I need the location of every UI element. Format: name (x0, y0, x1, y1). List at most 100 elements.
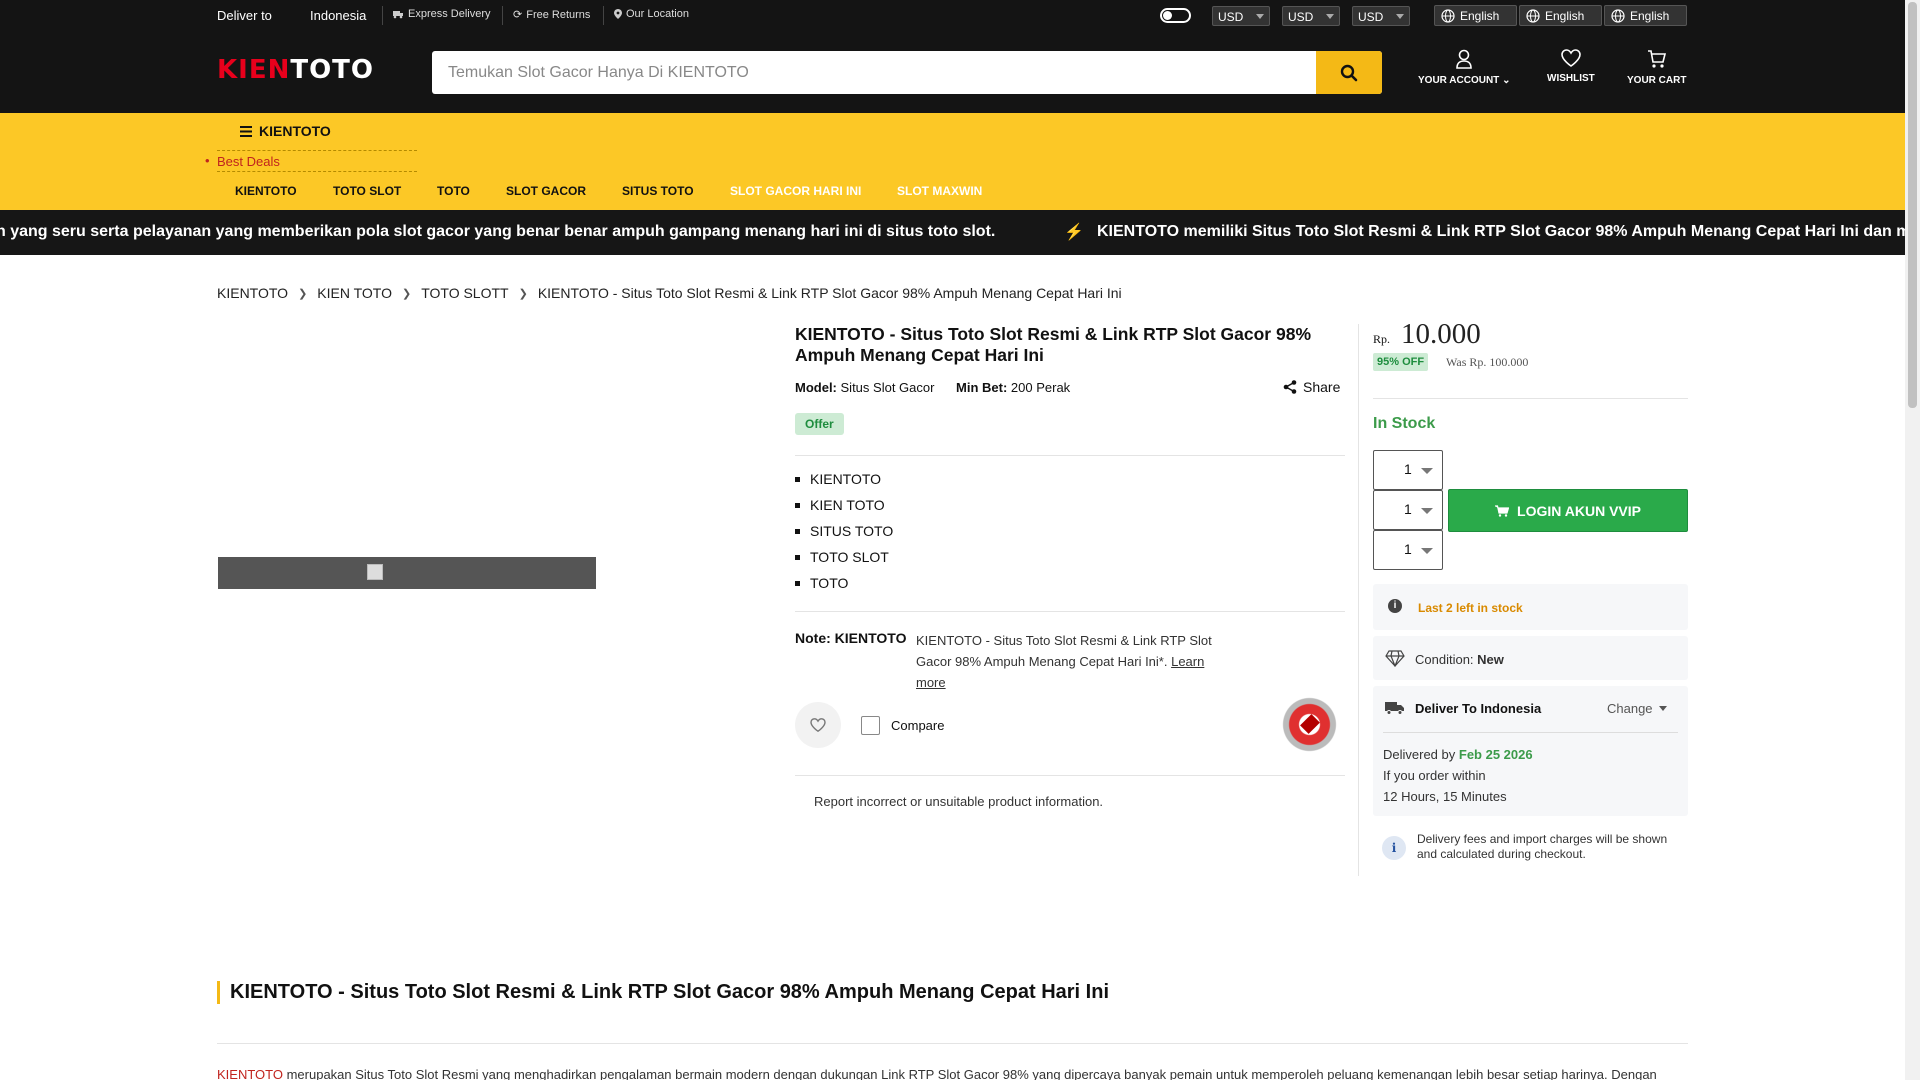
wishlist-label: WISHLIST (1547, 73, 1595, 84)
best-deals-link[interactable]: Best Deals (205, 153, 280, 169)
product-title: KIENTOTO - Situs Toto Slot Resmi & Link … (795, 324, 1312, 365)
language-value: English (1545, 8, 1585, 23)
divider (217, 1043, 1688, 1044)
search-button[interactable] (1316, 51, 1382, 94)
divider (795, 775, 1345, 776)
brand-seal-image (1278, 688, 1341, 761)
quantity-select[interactable]: 1 (1373, 490, 1443, 530)
express-delivery-link[interactable]: Express Delivery (393, 8, 491, 20)
logo-part-red: KIEN (217, 55, 291, 85)
site-logo[interactable]: KIENTOTO (217, 55, 374, 85)
top-bar: Deliver to Indonesia Express Delivery ⟳ … (0, 0, 1905, 31)
theme-toggle[interactable] (1160, 8, 1191, 23)
currency-value: USD (1288, 10, 1314, 24)
deliver-to-text: Deliver To Indonesia (1415, 701, 1542, 716)
wishlist-link[interactable]: WISHLIST (1547, 49, 1595, 84)
truck-icon (1385, 702, 1404, 715)
description-text: merupakan Situs Toto Slot Resmi yang men… (282, 1067, 1657, 1080)
quantity-select[interactable]: 1 (1373, 530, 1443, 570)
countdown-timer: 12 Hours, 15 Minutes (1383, 789, 1507, 804)
report-link[interactable]: Report incorrect or unsuitable product i… (814, 794, 1103, 809)
cart-label: YOUR CART (1627, 75, 1687, 86)
min-bet-value: 200 Perak (1010, 380, 1071, 395)
breadcrumb-link[interactable]: KIEN TOTO (317, 285, 392, 301)
caret-down-icon (1421, 508, 1433, 514)
our-location-link[interactable]: Our Location (614, 8, 689, 20)
divider (1358, 324, 1359, 876)
nav-link-situs-toto[interactable]: SITUS TOTO (622, 184, 694, 198)
list-item: TOTO (795, 575, 893, 601)
category-menu-button[interactable]: KIENTOTO (240, 123, 331, 139)
login-vvip-button[interactable]: LOGIN AKUN VVIP (1448, 489, 1688, 532)
nav-link-kientoto[interactable]: KIENTOTO (235, 184, 297, 198)
language-select[interactable]: English (1519, 5, 1602, 26)
product-min-bet: Min Bet: 200 Perak (956, 380, 1070, 395)
currency-select[interactable]: USD (1352, 6, 1410, 26)
quantity-select[interactable]: 1 (1373, 450, 1443, 490)
chevron-right-icon: ❯ (401, 287, 412, 300)
quantity-value: 1 (1404, 461, 1412, 477)
breadcrumb-link[interactable]: KIENTOTO (217, 285, 288, 301)
marquee-text: n yang seru serta pelayanan yang memberi… (0, 223, 996, 240)
caret-down-icon (1421, 548, 1433, 554)
language-select[interactable]: English (1434, 5, 1517, 26)
image-thumbnail-strip[interactable] (218, 557, 596, 589)
list-item: KIENTOTO (795, 471, 893, 497)
account-menu[interactable]: YOUR ACCOUNT ⌄ (1418, 49, 1510, 86)
chevron-right-icon: ❯ (298, 287, 308, 300)
divider (217, 150, 417, 151)
user-icon (1456, 49, 1473, 69)
quantity-value: 1 (1404, 501, 1412, 517)
page-scrollbar[interactable] (1905, 0, 1920, 1080)
compare-checkbox[interactable] (861, 716, 880, 735)
caret-down-icon (1256, 14, 1264, 19)
currency-select[interactable]: USD (1212, 6, 1270, 26)
caret-down-icon (1421, 468, 1433, 474)
divider (603, 6, 604, 25)
low-stock-notice: i Last 2 left in stock (1373, 584, 1688, 630)
nav-link-slot-gacor-hari-ini[interactable]: SLOT GACOR HARI INI (730, 184, 861, 198)
delivered-by-label: Delivered by (1383, 747, 1456, 762)
share-button[interactable]: Share (1283, 379, 1340, 395)
list-item: KIEN TOTO (795, 497, 893, 523)
breadcrumb-link[interactable]: TOTO SLOTT (421, 285, 508, 301)
list-item: SITUS TOTO (795, 523, 893, 549)
globe-icon (1611, 8, 1625, 23)
description-title: KIENTOTO - Situs Toto Slot Resmi & Link … (217, 981, 1109, 1004)
globe-icon (1441, 8, 1455, 23)
nav-link-toto-slot[interactable]: TOTO SLOT (333, 184, 401, 198)
express-delivery-label: Express Delivery (408, 8, 491, 20)
condition-box: Condition: New (1373, 636, 1688, 680)
free-returns-link[interactable]: ⟳ Free Returns (513, 8, 590, 22)
search-input[interactable] (432, 51, 1316, 94)
change-label: Change (1607, 701, 1653, 716)
country-selector[interactable]: Indonesia (310, 8, 366, 23)
language-select[interactable]: English (1604, 5, 1687, 26)
divider (382, 6, 383, 25)
share-label: Share (1303, 379, 1341, 395)
nav-link-slot-maxwin[interactable]: SLOT MAXWIN (897, 184, 982, 198)
change-location-button[interactable]: Change (1607, 701, 1667, 716)
refresh-icon: ⟳ (513, 9, 523, 21)
scrollbar-thumb[interactable] (1908, 2, 1917, 408)
language-value: English (1460, 8, 1500, 23)
page: Deliver to Indonesia Express Delivery ⟳ … (0, 0, 1920, 1080)
product-model: Model: Situs Slot Gacor (795, 380, 934, 395)
category-nav: KIENTOTO Best Deals KIENTOTO TOTO SLOT T… (0, 113, 1905, 210)
currency-select[interactable]: USD (1282, 6, 1340, 26)
logo-part-white: TOTO (290, 55, 375, 85)
divider (217, 171, 417, 172)
nav-link-toto[interactable]: TOTO (437, 184, 470, 198)
compare-label: Compare (891, 718, 945, 733)
stock-status: In Stock (1373, 415, 1436, 432)
breadcrumb-current: KIENTOTO - Situs Toto Slot Resmi & Link … (537, 285, 1122, 301)
delivered-date: Feb 25 2026 (1458, 747, 1533, 762)
condition-text: Condition: New (1415, 652, 1504, 667)
condition-value: New (1477, 652, 1504, 667)
breadcrumb: KIENTOTO ❯ KIEN TOTO ❯ TOTO SLOTT ❯ KIEN… (217, 285, 1122, 301)
info-icon: i (1382, 836, 1406, 860)
nav-link-slot-gacor[interactable]: SLOT GACOR (506, 184, 586, 198)
description-body: KIENTOTO merupakan Situs Toto Slot Resmi… (217, 1067, 1688, 1080)
add-to-wishlist-button[interactable] (795, 702, 841, 748)
cart-link[interactable]: YOUR CART (1627, 49, 1686, 86)
